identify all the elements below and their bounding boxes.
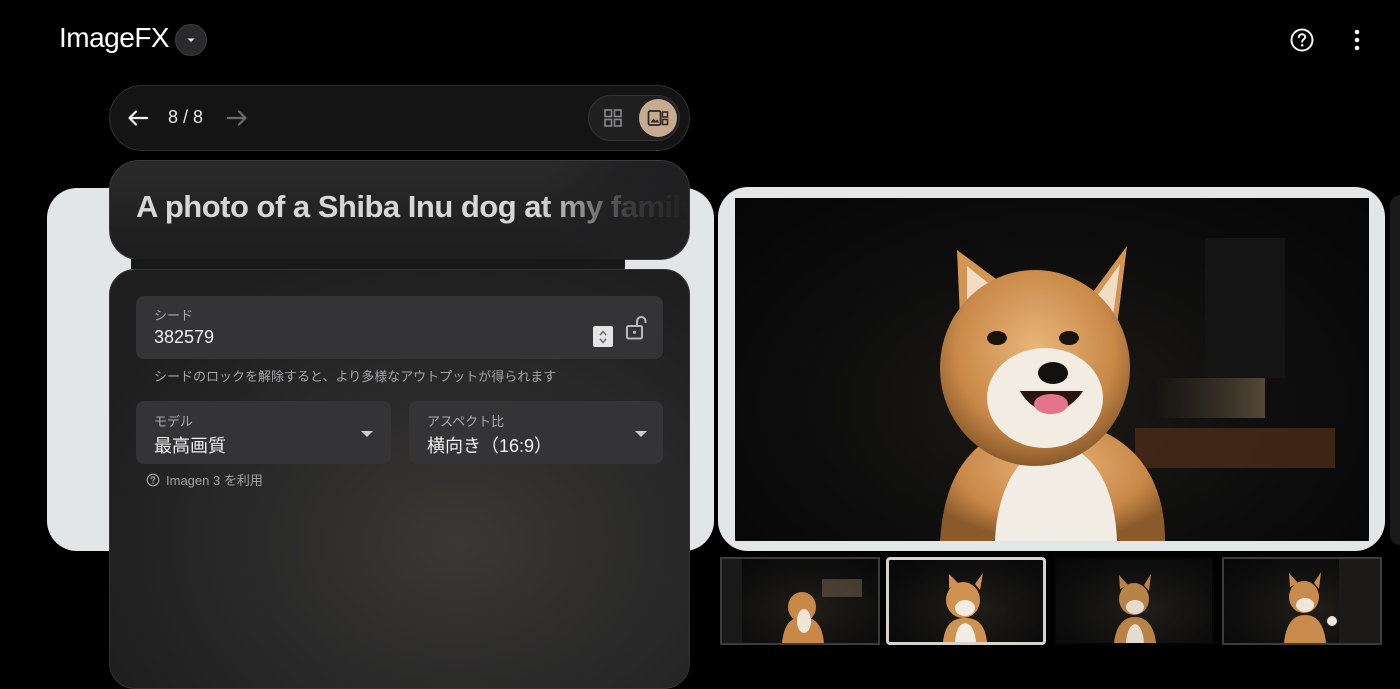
thumbnail-2[interactable] — [886, 557, 1046, 645]
help-button[interactable] — [1286, 24, 1318, 56]
thumbnail-1[interactable] — [720, 557, 880, 645]
more-options-button[interactable] — [1341, 24, 1373, 56]
generated-image[interactable] — [735, 198, 1369, 541]
next-image-frame[interactable] — [1390, 195, 1400, 545]
help-circle-icon[interactable] — [146, 473, 160, 487]
model-select[interactable]: モデル 最高画質 — [136, 401, 391, 464]
seed-hint: シードのロックを解除すると、より多様なアウトプットが得られます — [154, 369, 557, 384]
prev-image-button[interactable] — [124, 105, 152, 131]
unlock-icon — [626, 315, 647, 340]
aspect-ratio-label: アスペクト比 — [427, 414, 505, 429]
app-switcher-button[interactable] — [175, 24, 207, 56]
thumbnail-3[interactable] — [1054, 557, 1214, 645]
model-label: モデル — [154, 414, 194, 429]
grid-view-button[interactable] — [597, 102, 629, 134]
divider — [131, 259, 625, 269]
seed-lock-button[interactable] — [624, 315, 648, 341]
prompt-fade — [539, 161, 689, 259]
next-image-button[interactable] — [223, 105, 251, 131]
app-title: ImageFX — [59, 22, 170, 53]
shiba-thumbnail-image — [1114, 574, 1156, 643]
prompt-card[interactable]: A photo of a Shiba Inu dog at my family … — [109, 160, 690, 260]
stepper-arrows-icon — [599, 329, 607, 344]
aspect-ratio-select[interactable]: アスペクト比 横向き（16:9） — [409, 401, 663, 464]
more-vert-icon — [1354, 29, 1360, 51]
shiba-thumbnail-image — [1284, 559, 1380, 643]
chevron-down-icon — [361, 431, 373, 437]
help-circle-icon — [1290, 28, 1314, 52]
image-detail-icon — [647, 110, 669, 126]
arrow-right-icon — [226, 110, 247, 126]
arrow-left-icon — [128, 110, 149, 126]
model-value: 最高画質 — [154, 436, 226, 456]
seed-label: シード — [154, 308, 194, 323]
seed-field[interactable]: シード 382579 — [136, 296, 663, 359]
seed-stepper[interactable] — [593, 326, 613, 347]
shiba-inu-image — [940, 238, 1335, 541]
model-note: Imagen 3 を利用 — [166, 473, 263, 488]
thumbnail-4[interactable] — [1222, 557, 1382, 645]
model-info: Imagen 3 を利用 — [146, 470, 263, 489]
single-view-button[interactable] — [639, 99, 677, 137]
seed-value[interactable]: 382579 — [154, 327, 214, 348]
image-counter: 8 / 8 — [168, 107, 204, 127]
caret-down-icon — [187, 38, 195, 42]
shiba-thumbnail-image — [943, 573, 987, 642]
grid-icon — [604, 109, 622, 127]
aspect-ratio-value: 横向き（16:9） — [427, 436, 553, 456]
chevron-down-icon — [635, 431, 647, 437]
shiba-thumbnail-image — [722, 559, 862, 643]
